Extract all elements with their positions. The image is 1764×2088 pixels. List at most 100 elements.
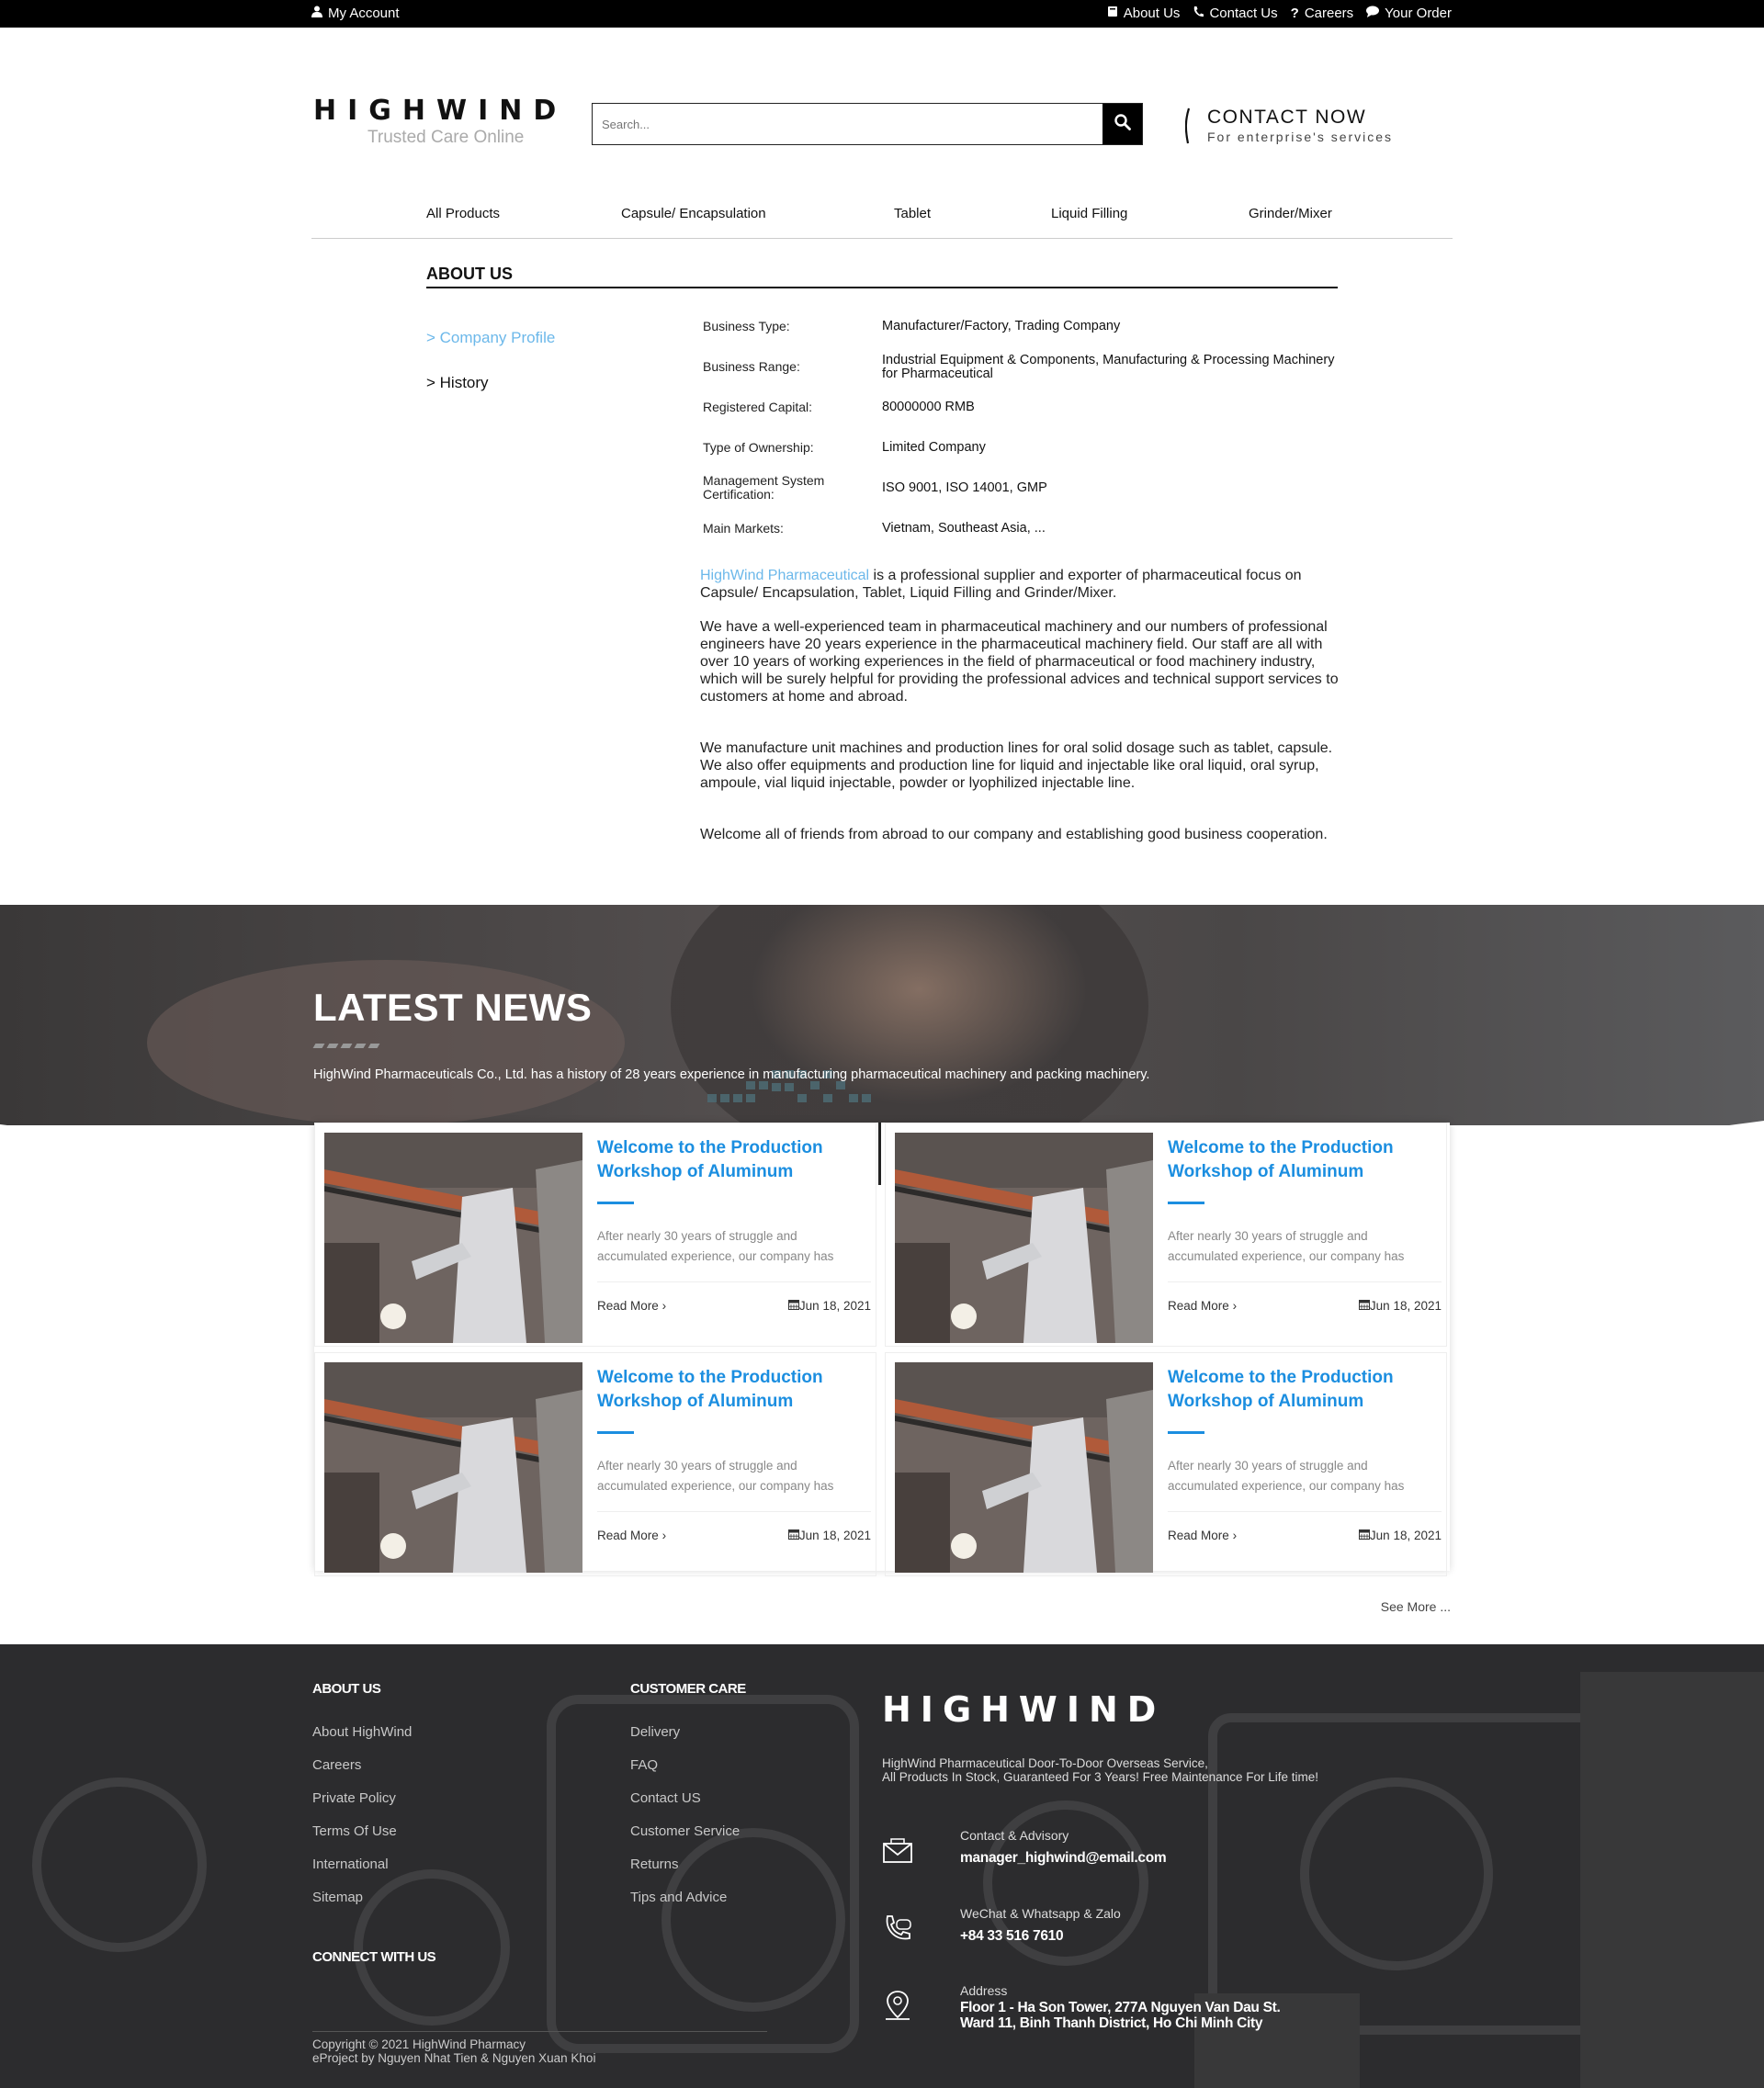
business-range-label: Business Range:	[703, 359, 800, 374]
news-card[interactable]: Welcome to the Production Workshop of Al…	[314, 1123, 876, 1347]
latest-news-section: LATEST NEWS HighWind Pharmaceuticals Co.…	[0, 905, 1764, 1644]
book-icon	[1107, 6, 1118, 21]
category-nav: All Products Capsule/ Encapsulation Tabl…	[311, 204, 1453, 239]
search-button[interactable]	[1102, 104, 1142, 144]
news-card-footer: Read More › Jun 18, 2021	[597, 1281, 871, 1313]
latest-news-title: LATEST NEWS	[313, 986, 593, 1029]
news-card-title[interactable]: Welcome to the Production Workshop of Al…	[597, 1136, 873, 1184]
footer-link-careers[interactable]: Careers	[312, 1757, 361, 1773]
my-account-label: My Account	[328, 6, 400, 21]
footer-connect-heading: CONNECT WITH US	[312, 1949, 436, 1965]
footer-logo[interactable]: HIGHWIND	[882, 1689, 1165, 1730]
side-link-company-profile[interactable]: > Company Profile	[426, 329, 555, 347]
carousel-scroll-indicator[interactable]	[878, 1123, 881, 1185]
read-more-link[interactable]: Read More ›	[1168, 1529, 1237, 1542]
news-card-image[interactable]	[324, 1133, 582, 1343]
title-underline	[597, 1431, 634, 1434]
company-name-highlight[interactable]: HighWind Pharmaceutical	[700, 568, 869, 583]
nav-tablet[interactable]: Tablet	[894, 206, 931, 221]
footer-link-about-highwind[interactable]: About HighWind	[312, 1724, 412, 1740]
search-input[interactable]	[593, 104, 1102, 144]
business-type-label: Business Type:	[703, 319, 790, 333]
title-dash-decoration	[312, 1044, 380, 1048]
footer-link-tips-and-advice[interactable]: Tips and Advice	[630, 1890, 727, 1905]
news-card[interactable]: Welcome to the Production Workshop of Al…	[885, 1352, 1447, 1576]
logo-tagline: Trusted Care Online	[368, 128, 525, 147]
main-markets-label: Main Markets:	[703, 521, 784, 536]
news-card-grid: Welcome to the Production Workshop of Al…	[314, 1123, 1450, 1576]
copyright-line-2: eProject by Nguyen Nhat Tien & Nguyen Xu…	[312, 2051, 596, 2065]
footer-link-contact-us[interactable]: Contact US	[630, 1790, 701, 1806]
search-bar	[592, 103, 1143, 145]
address-label: Address	[960, 1983, 1008, 1998]
footer-link-returns[interactable]: Returns	[630, 1857, 679, 1872]
nav-grinder-mixer[interactable]: Grinder/Mixer	[1249, 206, 1332, 221]
news-card-date-text: Jun 18, 2021	[1369, 1299, 1442, 1313]
business-type-value: Manufacturer/Factory, Trading Company	[882, 319, 1121, 333]
contact-us-link[interactable]: Contact Us	[1193, 6, 1278, 21]
careers-link[interactable]: ? Careers	[1291, 6, 1354, 21]
your-order-link[interactable]: Your Order	[1366, 6, 1452, 21]
news-card-date: Jun 18, 2021	[787, 1529, 871, 1542]
see-more-link[interactable]: See More ...	[1381, 1599, 1451, 1614]
news-card-date-text: Jun 18, 2021	[798, 1299, 871, 1313]
factory-photo-icon	[324, 1362, 582, 1573]
about-paragraph-manufacture: We manufacture unit machines and product…	[700, 740, 1333, 791]
my-account-link[interactable]: My Account	[311, 6, 400, 21]
news-card-footer: Read More › Jun 18, 2021	[1168, 1281, 1442, 1313]
about-us-link[interactable]: About Us	[1107, 6, 1181, 21]
about-us-label: About Us	[1123, 6, 1181, 21]
phone-number[interactable]: +84 33 516 7610	[960, 1928, 1064, 1944]
contact-now-block[interactable]: CONTACT NOW For enterprise's services	[1184, 107, 1394, 144]
news-card-title[interactable]: Welcome to the Production Workshop of Al…	[1168, 1136, 1443, 1184]
contact-advisory-label: Contact & Advisory	[960, 1828, 1069, 1843]
site-logo[interactable]: HIGHWIND Trusted Care Online	[313, 95, 567, 147]
about-us-heading: ABOUT US	[426, 265, 1338, 288]
footer-link-delivery[interactable]: Delivery	[630, 1724, 680, 1740]
calendar-icon	[1358, 1299, 1370, 1313]
read-more-link[interactable]: Read More ›	[1168, 1299, 1237, 1313]
footer-link-private-policy[interactable]: Private Policy	[312, 1790, 396, 1806]
chevron-right-icon: ›	[662, 1299, 667, 1313]
footer-link-international[interactable]: International	[312, 1857, 389, 1872]
nav-liquid-filling[interactable]: Liquid Filling	[1051, 206, 1127, 221]
news-card[interactable]: Welcome to the Production Workshop of Al…	[314, 1352, 876, 1576]
contact-now-title: CONTACT NOW	[1207, 107, 1367, 128]
address-value: Floor 1 - Ha Son Tower, 277A Nguyen Van …	[960, 2000, 1281, 2031]
brand-desc-line-1: HighWind Pharmaceutical Door-To-Door Ove…	[882, 1756, 1208, 1770]
footer-care-heading: CUSTOMER CARE	[630, 1681, 746, 1697]
factory-photo-icon	[895, 1133, 1153, 1343]
about-intro-paragraph: HighWind Pharmaceutical is a professiona…	[700, 567, 1343, 602]
news-card-date-text: Jun 18, 2021	[1369, 1529, 1442, 1542]
calendar-icon	[787, 1529, 799, 1542]
latest-news-subtitle: HighWind Pharmaceuticals Co., Ltd. has a…	[313, 1067, 1150, 1082]
news-card-image[interactable]	[895, 1362, 1153, 1573]
certification-label: Management System Certification:	[703, 473, 825, 502]
footer-link-customer-service[interactable]: Customer Service	[630, 1823, 740, 1839]
news-card[interactable]: Welcome to the Production Workshop of Al…	[885, 1123, 1447, 1347]
read-more-link[interactable]: Read More ›	[597, 1299, 666, 1313]
phone-icon	[1193, 6, 1204, 21]
news-card-date: Jun 18, 2021	[1358, 1529, 1442, 1542]
read-more-label: Read More	[597, 1529, 659, 1542]
news-card-title[interactable]: Welcome to the Production Workshop of Al…	[597, 1366, 873, 1414]
contact-email[interactable]: manager_highwind@email.com	[960, 1850, 1167, 1866]
nav-capsule-encapsulation[interactable]: Capsule/ Encapsulation	[621, 206, 766, 221]
footer-link-sitemap[interactable]: Sitemap	[312, 1890, 363, 1905]
location-pin-icon	[882, 1990, 913, 2021]
news-card-footer: Read More › Jun 18, 2021	[597, 1511, 871, 1542]
news-card-image[interactable]	[895, 1133, 1153, 1343]
side-link-history[interactable]: > History	[426, 374, 489, 392]
news-card-title[interactable]: Welcome to the Production Workshop of Al…	[1168, 1366, 1443, 1414]
envelope-icon	[882, 1835, 913, 1867]
address-line-2: Ward 11, Binh Thanh District, Ho Chi Min…	[960, 2015, 1263, 2031]
footer-link-terms-of-use[interactable]: Terms Of Use	[312, 1823, 397, 1839]
business-range-value: Industrial Equipment & Components, Manuf…	[882, 353, 1335, 381]
read-more-link[interactable]: Read More ›	[597, 1529, 666, 1542]
news-card-image[interactable]	[324, 1362, 582, 1573]
search-icon	[1114, 113, 1131, 135]
calendar-icon	[787, 1299, 799, 1313]
nav-all-products[interactable]: All Products	[426, 206, 500, 221]
footer-link-faq[interactable]: FAQ	[630, 1757, 658, 1773]
contact-now-subtitle: For enterprise's services	[1207, 130, 1394, 144]
